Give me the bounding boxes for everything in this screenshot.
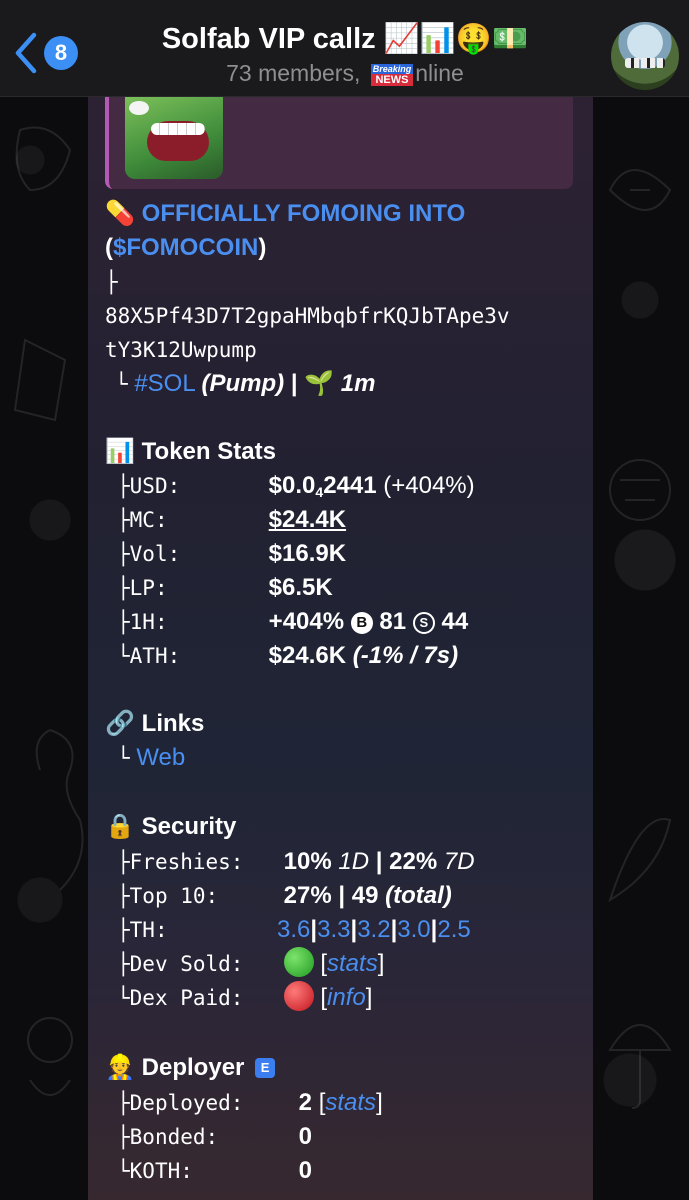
stat-row-lp: ├LP: $6.5K [117,574,333,601]
online-status: nline [415,60,464,86]
top-holder-link[interactable]: 3.6 [277,916,310,943]
security-row-top10: ├Top 10: 27% | 49 (total) [117,882,452,909]
chain-line: └ #SOL (Pump) | 🌱 1m [115,370,376,397]
headline-link[interactable]: OFFICIALLY FOMOING INTO [142,200,466,227]
ticker-line: ($FOMOCOIN) [105,234,267,261]
chevron-left-icon [15,32,37,74]
doodle-icon [609,459,671,521]
headline-line: 💊 OFFICIALLY FOMOING INTO [105,197,465,231]
tree-branch: ├ [105,270,118,294]
pill-emoji-icon: 💊 [105,200,135,227]
buys-count: 81 [379,608,407,635]
lock-emoji-icon: 🔒 [105,813,135,840]
umbrella-doodle-icon [608,1024,672,1109]
one-hour-change: +404% [268,608,345,635]
contract-address-line1[interactable]: 88X5Pf43D7T2gpaHMbqbfrKQJbTApe3v [105,299,510,333]
deployer-heading: 👷 Deployer E [105,1051,276,1085]
chat-header: 8 Solfab VIP callz 📈📊🤑💵 73 members, Brea… [0,0,689,97]
sells-icon: S [412,612,435,634]
security-heading: 🔒 Security [105,810,236,844]
stat-row-1h: ├1H: +404% B 81 S 44 [117,608,469,635]
doodle-icon [15,126,72,192]
dinosaur-doodle-icon [35,729,84,891]
liquidity-value: $6.5K [268,574,333,601]
doodle-icon [27,1017,73,1096]
age-value: 1m [340,370,376,397]
deployer-row-deployed: ├Deployed: 2 [stats] [117,1089,383,1116]
e-badge-icon: E [255,1058,276,1078]
deployer-row-koth: └KOTH: 0 [117,1157,313,1184]
deployer-stats-link[interactable]: stats [325,1089,376,1116]
doodle-icon [608,818,672,903]
links-web-row: └ Web [117,744,186,771]
sol-hashtag-link[interactable]: #SOL [134,370,194,397]
security-row-dex-paid: └Dex Paid: [info] [117,981,372,1015]
security-row-freshies: ├Freshies: 10% 1D | 22% 7D [117,848,475,875]
seedling-emoji-icon: 🌱 [304,370,335,397]
stat-row-ath: └ATH: $24.6K (-1% / 7s) [117,642,459,669]
reply-preview[interactable] [105,97,573,189]
stat-row-mc: ├MC: $24.4K [117,506,347,533]
dev-sold-stats-link[interactable]: stats [327,950,378,977]
doodle-icon [608,169,672,211]
top-holder-link[interactable]: 3.0 [397,916,430,943]
dex-paid-info-link[interactable]: info [327,984,366,1011]
top-holder-link[interactable]: 3.3 [317,916,350,943]
chat-avatar[interactable] [611,22,679,90]
construction-worker-emoji-icon: 👷 [105,1054,135,1081]
bar-chart-emoji-icon: 📊 [105,438,135,465]
market-cap-link[interactable]: $24.4K [269,506,346,533]
platform-label: (Pump) [201,370,285,397]
reply-thumbnail-image [125,97,223,179]
doodle-icon [13,338,67,422]
security-row-th: ├TH: 3.6|3.3|3.2|3.0|2.5 [117,916,471,943]
top-holder-link[interactable]: 2.5 [437,916,470,943]
ath-change: (-1% / 7s) [352,642,459,669]
sells-count: 44 [441,608,469,635]
token-stats-heading: 📊 Token Stats [105,435,276,469]
top-holder-link[interactable]: 3.2 [357,916,390,943]
deployer-row-bonded: ├Bonded: 0 [117,1123,313,1150]
link-emoji-icon: 🔗 [105,710,135,737]
red-circle-icon [283,981,314,1011]
ath-value: $24.6K [268,642,347,669]
ticker-link[interactable]: $FOMOCOIN [113,234,258,261]
web-link[interactable]: Web [136,744,185,771]
unread-count-badge: 8 [44,36,78,70]
usd-price: $0.042441 [268,472,377,500]
contract-address-line2[interactable]: tY3K12Uwpump [105,333,257,367]
breaking-news-sticker: Breaking NEWS [370,63,414,86]
chat-title[interactable]: Solfab VIP callz 📈📊🤑💵 [110,22,580,56]
usd-change: (+404%) [383,472,475,499]
message-bubble[interactable]: 💊 OFFICIALLY FOMOING INTO ($FOMOCOIN) ├ … [88,97,593,1200]
volume-value: $16.9K [268,540,347,567]
stat-row-vol: ├Vol: $16.9K [117,540,347,567]
member-count: 73 members, [226,60,367,86]
security-row-dev-sold: ├Dev Sold: [stats] [117,947,384,981]
buys-icon: B [350,612,373,634]
links-heading: 🔗 Links [105,707,204,741]
chat-subtitle: 73 members, Breaking NEWS nline [110,60,580,87]
green-circle-icon [283,947,314,977]
back-button[interactable]: 8 [12,30,82,76]
